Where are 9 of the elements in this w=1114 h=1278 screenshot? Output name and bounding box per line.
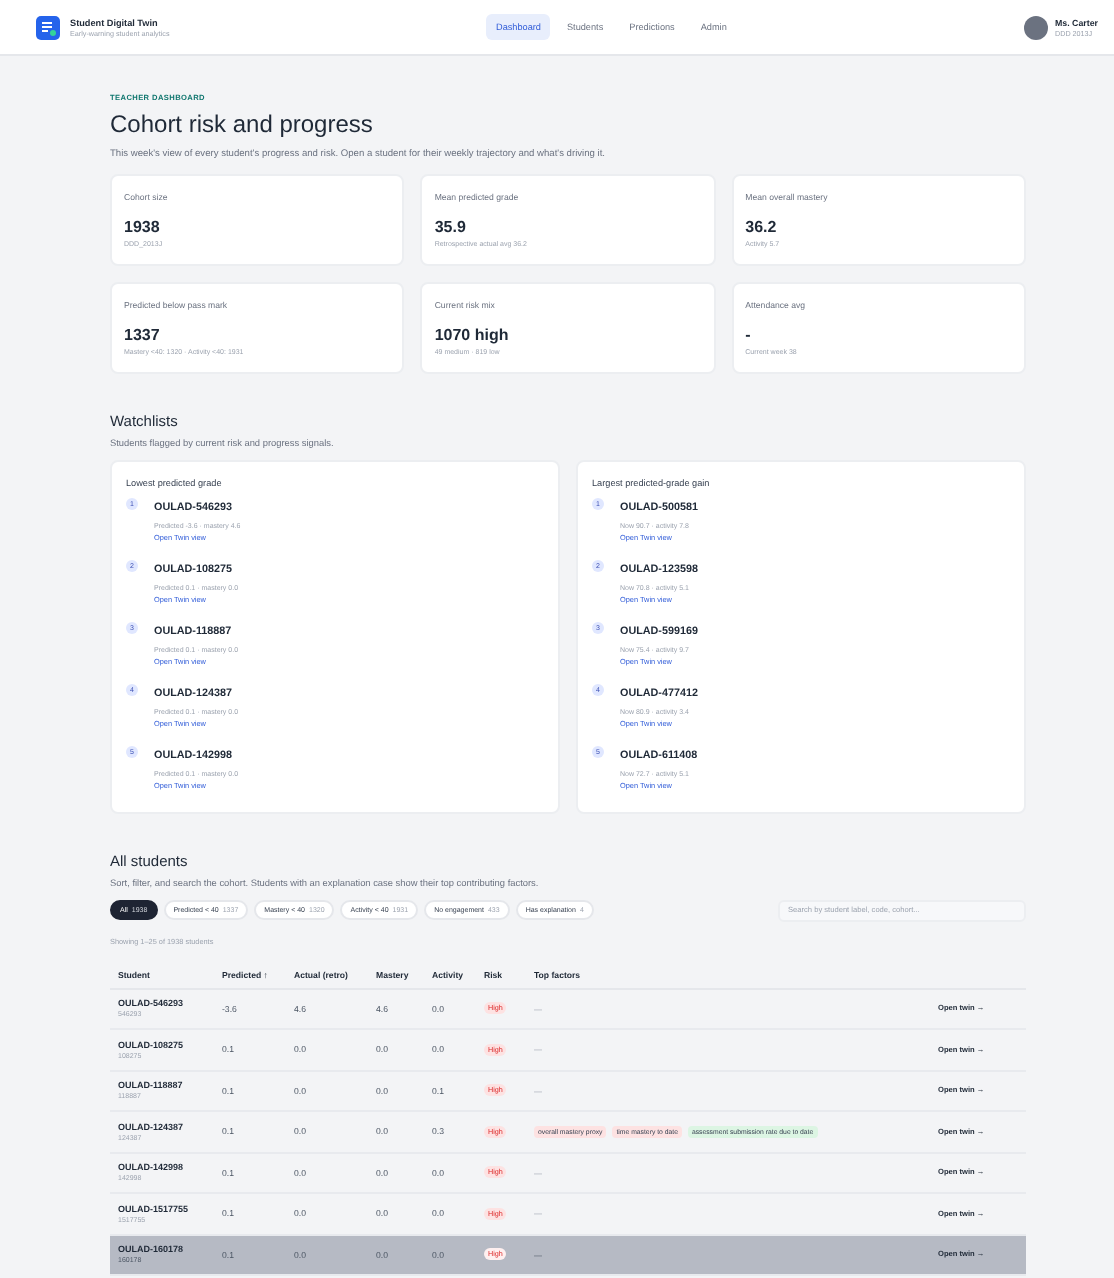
- stat-value: 35.9: [434, 217, 468, 236]
- user-avatar[interactable]: [1023, 15, 1048, 39]
- stat-value: 1938: [124, 217, 162, 236]
- page-title: Cohort risk and progress: [110, 110, 375, 138]
- stat-value: 1337: [124, 325, 162, 344]
- stat-value: -: [745, 325, 753, 344]
- stat-value: 1070 high: [434, 325, 511, 344]
- app-logo-icon: [36, 15, 60, 39]
- stat-value: 36.2: [745, 217, 779, 236]
